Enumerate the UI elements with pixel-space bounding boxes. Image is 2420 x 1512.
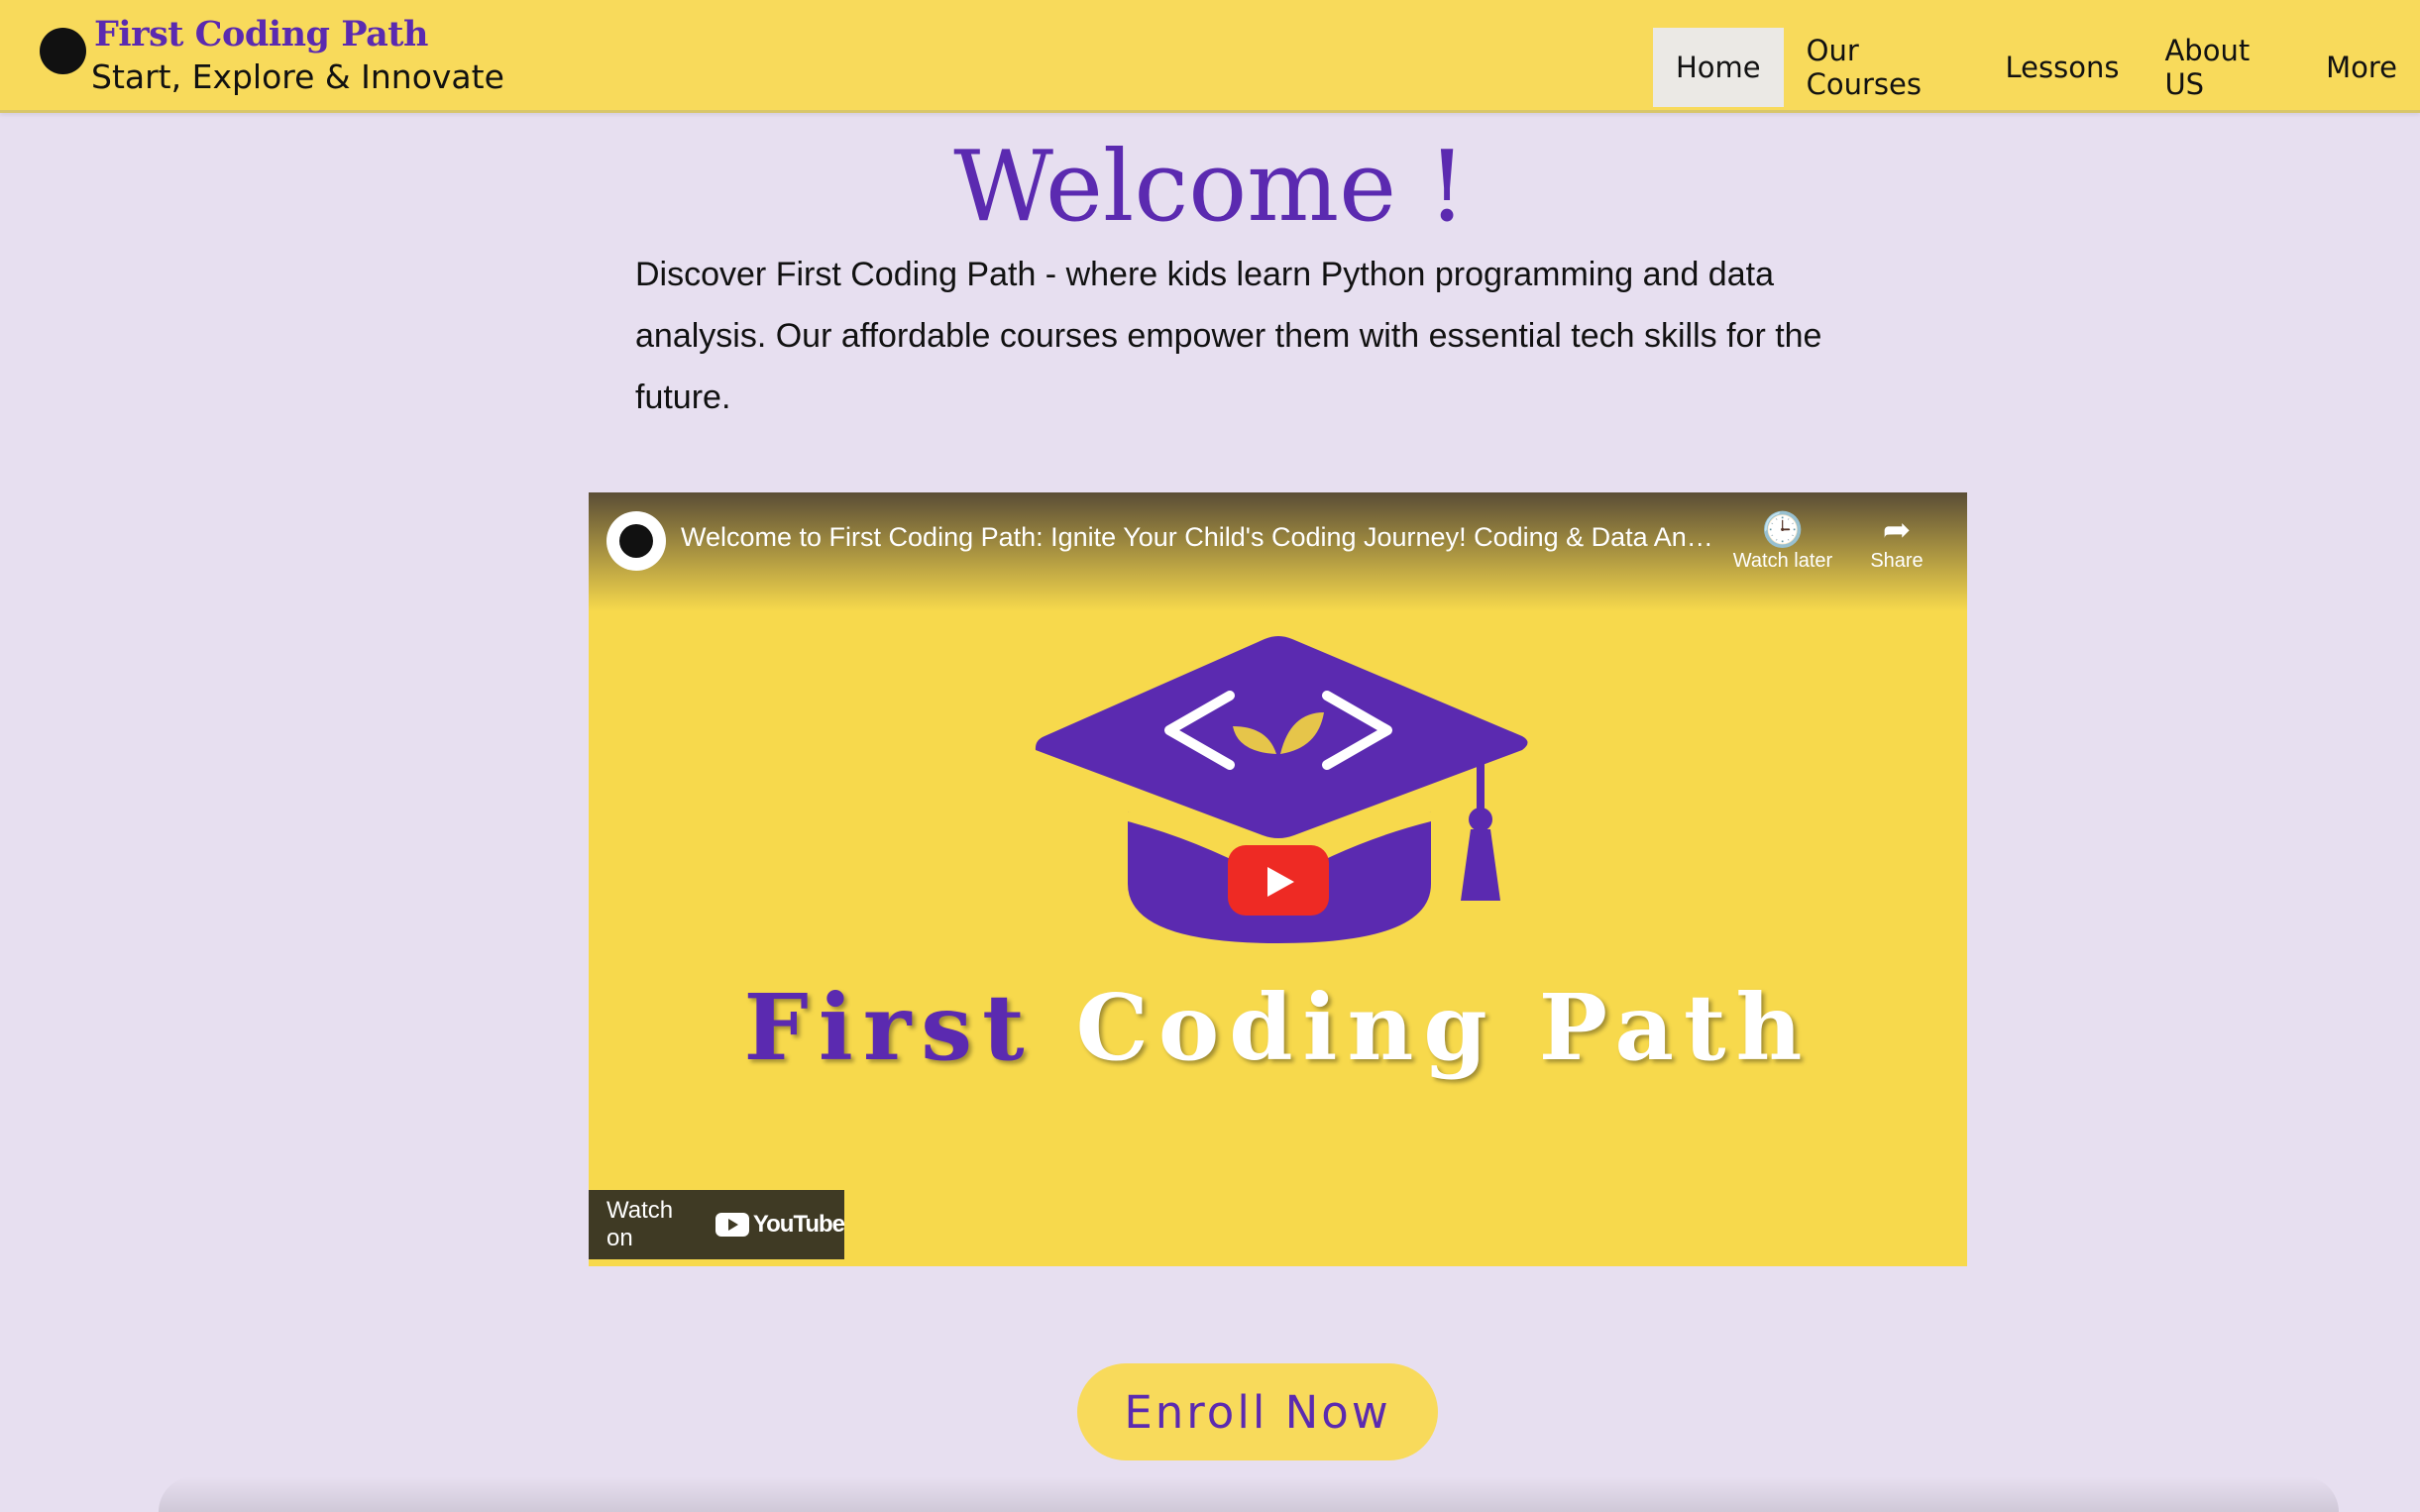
watch-on-youtube-button[interactable]: Watch on YouTube [589,1190,845,1259]
thumbnail-first-word: First [743,974,1035,1081]
nav-our-courses[interactable]: Our Courses [1784,28,1983,107]
channel-avatar[interactable] [606,511,666,571]
page-title: Welcome ! [953,131,1467,244]
nav-home[interactable]: Home [1653,28,1784,107]
watch-later-button[interactable]: 🕒 Watch later [1723,510,1842,573]
site-header: First Coding Path Start, Explore & Innov… [0,0,2420,113]
video-embed[interactable]: First Coding Path Welcome to First Codin… [589,492,1967,1266]
next-section-edge [159,1476,2339,1512]
youtube-label: YouTube [752,1211,845,1238]
brand-tagline: Start, Explore & Innovate [91,57,504,96]
enroll-now-button[interactable]: Enroll Now [1077,1363,1438,1460]
thumbnail-brand-text: First Coding Path [589,974,1967,1081]
intro-paragraph: Discover First Coding Path - where kids … [635,256,1822,416]
nav-about-us[interactable]: About US [2142,28,2303,107]
youtube-logo-icon: YouTube [715,1211,845,1239]
play-icon[interactable] [1228,845,1329,916]
watch-later-label: Watch later [1732,550,1833,572]
watch-on-label: Watch on [606,1197,674,1251]
nav-more[interactable]: More [2303,28,2420,107]
brand-name[interactable]: First Coding Path [94,14,428,54]
video-title[interactable]: Welcome to First Coding Path: Ignite You… [681,522,1721,553]
nav-lessons[interactable]: Lessons [1983,28,2143,107]
share-label: Share [1870,550,1924,572]
share-icon: ➦ [1882,511,1912,549]
share-button[interactable]: ➦ Share [1857,510,1936,573]
logo-icon[interactable] [40,28,86,74]
main-nav: Home Our Courses Lessons About US More [1653,28,2420,107]
clock-icon: 🕒 [1761,511,1805,549]
thumbnail-rest-words: Coding Path [1075,974,1813,1081]
